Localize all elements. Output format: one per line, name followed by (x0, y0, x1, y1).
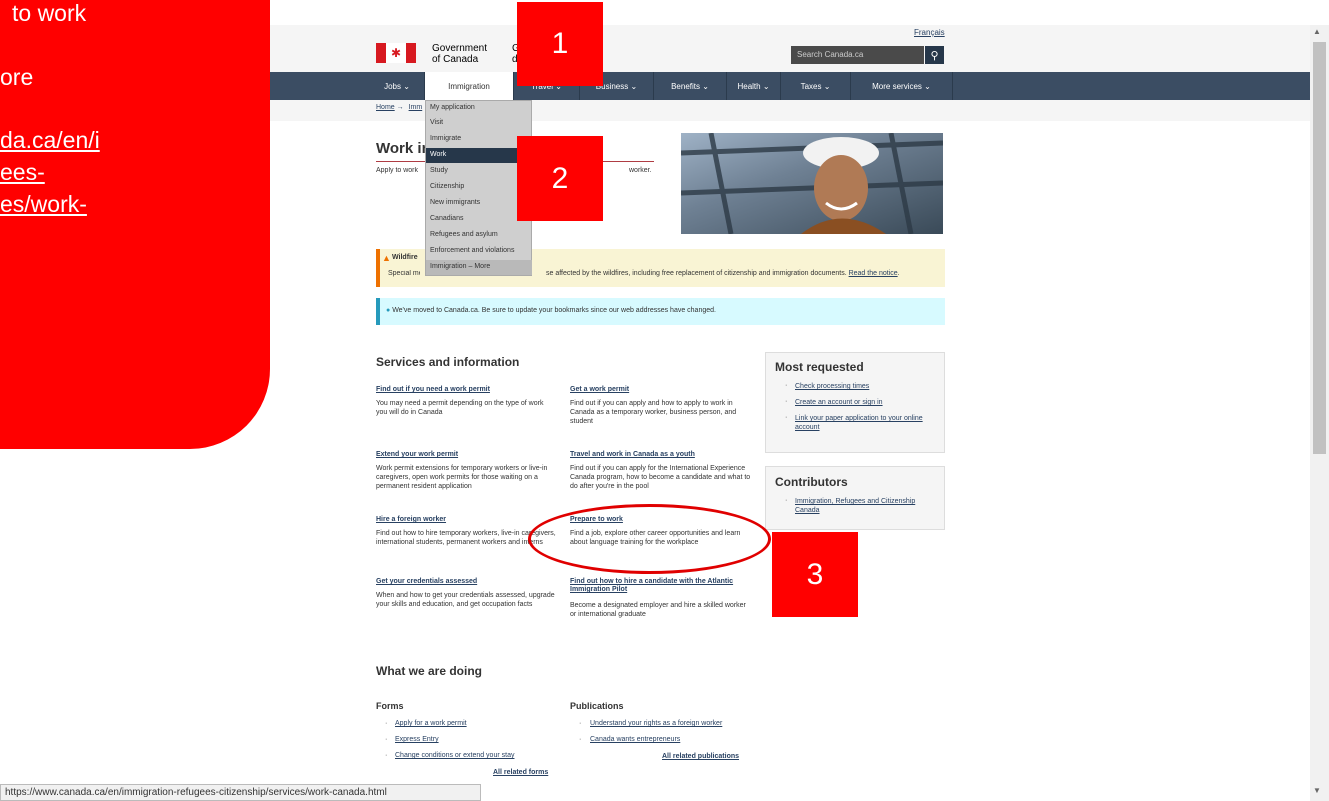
service-desc-atlantic-pilot: Become a designated employer and hire a … (570, 602, 746, 618)
bullet-icon: · (385, 752, 388, 759)
search-icon: ⚲ (930, 49, 939, 62)
wordmark-line-2: of Canada (432, 54, 479, 65)
language-toggle-link[interactable]: Français (914, 28, 945, 37)
scroll-up-arrow-icon[interactable]: ▲ (1313, 27, 1321, 36)
menu-benefits[interactable]: Benefits ⌄ (654, 72, 727, 100)
service-desc-get-permit: Find out if you can apply and how to app… (570, 400, 737, 425)
step-badge-2: 2 (517, 136, 603, 221)
service-desc-need-permit: You may need a permit depending on the t… (376, 400, 544, 416)
breadcrumb-home[interactable]: Home (376, 104, 395, 111)
dropdown-item-immigration-more[interactable]: Immigration – More (426, 260, 532, 275)
bullet-icon: · (785, 398, 788, 405)
browser-status-bar-url: https://www.canada.ca/en/immigration-ref… (0, 784, 481, 801)
breadcrumb: Home → Imm (376, 104, 422, 111)
contributors-heading: Contributors (775, 475, 848, 489)
header-band (270, 25, 1310, 72)
immigration-dropdown-menu: My application Visit Immigrate Work Stud… (425, 100, 532, 276)
callout-url-line-3: es/work- (0, 191, 87, 217)
bullet-icon: · (579, 736, 582, 743)
warning-icon: ▲ (382, 253, 391, 263)
dropdown-item-refugees[interactable]: Refugees and asylum (426, 228, 532, 243)
service-link-credentials[interactable]: Get your credentials assessed (376, 578, 477, 585)
callout-url-line-2: ees- (0, 159, 45, 185)
page-intro-end: worker. (629, 167, 652, 174)
hero-illustration (681, 133, 943, 234)
services-heading: Services and information (376, 355, 520, 369)
service-desc-youth: Find out if you can apply for the Intern… (570, 465, 751, 490)
most-requested-link-account[interactable]: Create an account or sign in (795, 398, 883, 407)
dropdown-item-visit[interactable]: Visit (426, 116, 532, 131)
what-we-are-doing-heading: What we are doing (376, 664, 483, 678)
most-requested-heading: Most requested (775, 360, 864, 374)
pub-link-entrepreneurs[interactable]: Canada wants entrepreneurs (590, 736, 680, 743)
info-icon: ● (386, 307, 391, 314)
browser-viewport: Français ✱ Government of Canada G d Sear… (0, 0, 1329, 801)
search-input[interactable]: Search Canada.ca (791, 46, 924, 64)
alert-title: Wildfire (392, 254, 418, 261)
instruction-callout-panel: to work ore da.ca/en/i ees- es/work- (0, 0, 270, 449)
form-link-apply-work-permit[interactable]: Apply for a work permit (395, 720, 467, 727)
scrollbar-thumb[interactable] (1313, 42, 1326, 454)
alert-text-start: Special me (388, 270, 420, 277)
service-desc-credentials: When and how to get your credentials ass… (376, 592, 555, 608)
wordmark-line-1: Government (432, 43, 488, 54)
most-requested-link-paper-app[interactable]: Link your paper application to your onli… (795, 414, 935, 432)
service-link-need-permit[interactable]: Find out if you need a work permit (376, 386, 490, 393)
menu-health[interactable]: Health ⌄ (727, 72, 781, 100)
publications-heading: Publications (570, 701, 624, 711)
alert-text-body: se affected by the wildfires, including … (546, 270, 847, 277)
page-intro: Apply to work (376, 167, 419, 174)
canada-flag-icon: ✱ (376, 43, 416, 63)
alert-text: se affected by the wildfires, including … (546, 270, 900, 277)
service-link-get-permit[interactable]: Get a work permit (570, 386, 629, 393)
alert-period: . (897, 270, 900, 277)
menu-jobs[interactable]: Jobs ⌄ (370, 72, 425, 100)
bullet-icon: · (785, 497, 788, 504)
bullet-icon: · (385, 736, 388, 743)
step-badge-3: 3 (772, 532, 858, 617)
bullet-icon: · (785, 414, 788, 421)
page-title: Work in Canada (376, 140, 426, 157)
moved-info-banner: ● We've moved to Canada.ca. Be sure to u… (376, 298, 945, 325)
callout-line-1: to work (12, 0, 87, 26)
hero-image-worker (681, 133, 943, 234)
scroll-down-arrow-icon[interactable]: ▼ (1313, 786, 1321, 795)
breadcrumb-arrow-icon: → (396, 104, 404, 111)
contributor-link-ircc[interactable]: Immigration, Refugees and Citizenship Ca… (795, 497, 940, 515)
forms-heading: Forms (376, 701, 404, 711)
bullet-icon: · (579, 720, 582, 727)
service-link-extend-permit[interactable]: Extend your work permit (376, 451, 458, 458)
bullet-icon: · (385, 720, 388, 727)
breadcrumb-immigration[interactable]: Imm (409, 104, 423, 111)
service-link-hire-foreign[interactable]: Hire a foreign worker (376, 516, 446, 523)
service-link-youth[interactable]: Travel and work in Canada as a youth (570, 451, 695, 458)
all-related-forms-link[interactable]: All related forms (493, 769, 548, 776)
menu-immigration[interactable]: Immigration (425, 72, 514, 100)
menu-more-services[interactable]: More services ⌄ (851, 72, 953, 100)
most-requested-link-processing[interactable]: Check processing times (795, 382, 869, 391)
service-link-atlantic-pilot[interactable]: Find out how to hire a candidate with th… (570, 578, 740, 594)
search-button[interactable]: ⚲ (925, 46, 944, 64)
pub-link-rights-foreign-worker[interactable]: Understand your rights as a foreign work… (590, 720, 722, 727)
info-text: We've moved to Canada.ca. Be sure to upd… (392, 307, 716, 314)
callout-line-3: ore (0, 64, 34, 90)
all-related-publications-link[interactable]: All related publications (662, 753, 739, 760)
dropdown-item-my-application[interactable]: My application (426, 101, 532, 116)
menu-taxes[interactable]: Taxes ⌄ (781, 72, 851, 100)
form-link-express-entry[interactable]: Express Entry (395, 736, 439, 743)
service-desc-extend-permit: Work permit extensions for temporary wor… (376, 465, 548, 490)
form-link-change-conditions[interactable]: Change conditions or extend your stay (395, 752, 514, 759)
callout-url-line-1: da.ca/en/i (0, 127, 100, 153)
bullet-icon: · (785, 382, 788, 389)
step-badge-1: 1 (517, 2, 603, 86)
dropdown-item-enforcement[interactable]: Enforcement and violations (426, 244, 532, 259)
highlight-ellipse (528, 504, 771, 574)
read-the-notice-link[interactable]: Read the notice (849, 270, 898, 277)
government-wordmark[interactable]: Government of Canada (432, 43, 487, 65)
